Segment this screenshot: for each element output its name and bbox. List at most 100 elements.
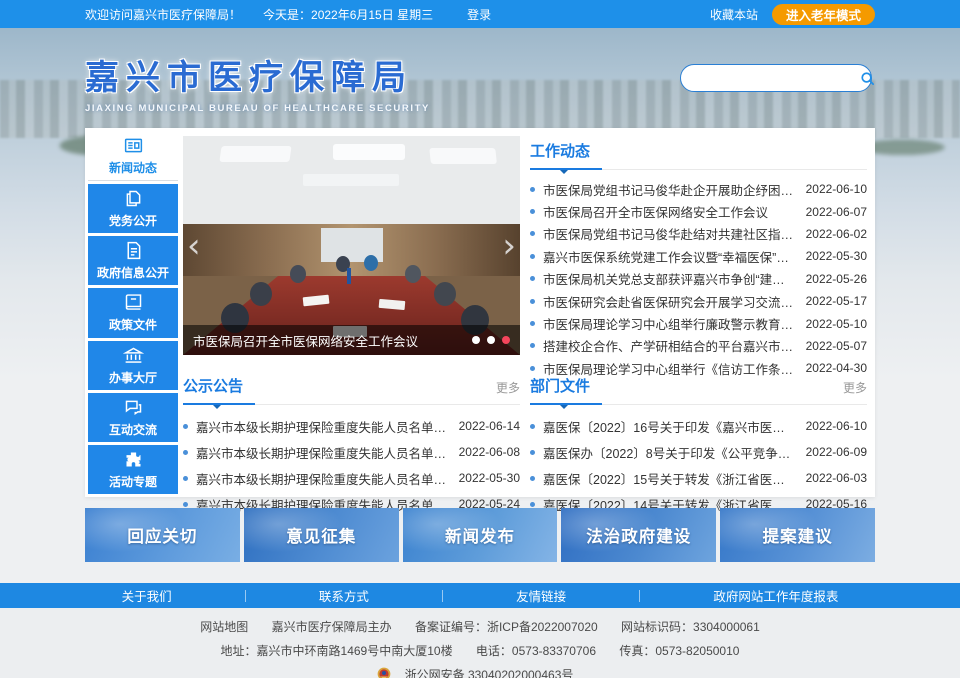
phone-text: 电话：0573-83370706 [476,644,596,658]
sidebar-item-label: 新闻动态 [109,159,157,176]
carousel-caption[interactable]: 市医保局召开全市医保网络安全工作会议 [193,331,464,350]
divider [442,590,443,602]
news-list-item[interactable]: 市医保局党组书记马俊华赴结对共建社区指导全国文... 2022-06-02 [530,223,867,245]
carousel-dot-2[interactable] [487,336,495,344]
news-title: 市医保局党组书记马俊华赴企开展助企纾困活动 [543,180,806,199]
sidebar-item-label: 政府信息公开 [97,264,169,281]
footer-line-1: 网站地图 嘉兴市医疗保障局主办 备案证编号：浙ICP备2022007020 网站… [0,618,960,635]
login-link[interactable]: 登录 [467,6,491,23]
news-date: 2022-05-26 [806,272,867,286]
news-date: 2022-05-30 [806,249,867,263]
news-title: 嘉医保〔2022〕16号关于印发《嘉兴市医疗保... [543,417,806,436]
news-date: 2022-05-07 [806,339,867,353]
divider [245,590,246,602]
sidebar-item-interaction[interactable]: 互动交流 [88,393,178,442]
notices-more-link[interactable]: 更多 [496,379,520,396]
carousel-photo [183,136,520,355]
news-carousel[interactable]: ‹ › 市医保局召开全市医保网络安全工作会议 [183,136,520,355]
footer-line-3: 浙公网安备 33040202000463号 [0,666,960,678]
search-button[interactable] [860,71,885,86]
news-list-item[interactable]: 市医保局机关党总支部获评嘉兴市争创“建设清廉机... 2022-05-26 [530,268,867,290]
notices-list: 嘉兴市本级长期护理保险重度失能人员名单公示（2... 2022-06-14 嘉兴… [183,405,520,517]
news-list-item[interactable]: 搭建校企合作、产学研相结合的平台嘉兴市长期护理... 2022-05-07 [530,335,867,357]
footer-link-friendly-links[interactable]: 友情链接 [516,586,566,605]
news-date: 2022-06-03 [806,471,867,485]
carousel-prev-arrow[interactable]: ‹ [187,229,201,263]
footer-link-annual-report[interactable]: 政府网站工作年度报表 [713,586,838,605]
sidebar-item-special-topics[interactable]: 活动专题 [88,445,178,494]
section-title-underline [530,168,602,170]
carousel-dots [472,336,510,344]
bullet-icon [530,231,535,236]
news-list-item[interactable]: 市医保局党组书记马俊华赴企开展助企纾困活动 2022-06-10 [530,178,867,200]
sidebar-item-news[interactable]: 新闻动态 [88,131,178,181]
footer-link-about[interactable]: 关于我们 [122,586,172,605]
quick-link-law-government[interactable]: 法治政府建设 [561,508,716,562]
news-title: 市医保研究会赴省医保研究会开展学习交流活动 [543,292,806,311]
quick-link-respond-concerns[interactable]: 回应关切 [85,508,240,562]
bullet-icon [183,502,188,507]
news-date: 2022-05-30 [459,471,520,485]
carousel-next-arrow[interactable]: › [502,229,516,263]
bullet-icon [530,321,535,326]
bullet-icon [530,450,535,455]
news-title: 嘉兴市本级长期护理保险重度失能人员名单公示（2... [196,469,459,488]
bullet-icon [530,424,535,429]
news-list-item[interactable]: 市医保局召开全市医保网络安全工作会议 2022-06-07 [530,200,867,222]
section-title-underline [530,403,602,405]
bullet-icon [183,424,188,429]
section-notices: 公示公告 更多 嘉兴市本级长期护理保险重度失能人员名单公示（2... 2022-… [183,375,520,517]
carousel-dot-3[interactable] [502,336,510,344]
sidebar-item-policy-docs[interactable]: 政策文件 [88,288,178,337]
news-list-item[interactable]: 嘉兴市医保系统党建工作会议暨“幸福医保”党建联... 2022-05-30 [530,245,867,267]
section-title[interactable]: 部门文件 [530,375,590,405]
news-list-item[interactable]: 市医保研究会赴省医保研究会开展学习交流活动 2022-05-17 [530,290,867,312]
news-list-item[interactable]: 市医保局理论学习中心组举行廉政警示教育专题学习... 2022-05-10 [530,312,867,334]
news-title: 嘉兴市医保系统党建工作会议暨“幸福医保”党建联... [543,247,806,266]
favorite-link[interactable]: 收藏本站 [710,6,758,23]
chat-icon [123,397,144,418]
news-list-item[interactable]: 嘉医保办〔2022〕8号关于印发《公平竞争审查... 2022-06-09 [530,439,867,465]
sidebar-item-service-hall[interactable]: 办事大厅 [88,341,178,390]
bullet-icon [183,450,188,455]
work-news-list: 市医保局党组书记马俊华赴企开展助企纾困活动 2022-06-10 市医保局召开全… [530,170,867,380]
bullet-icon [183,476,188,481]
news-date: 2022-04-30 [806,361,867,375]
quick-link-label: 新闻发布 [445,523,515,547]
news-title: 嘉兴市本级长期护理保险重度失能人员名单公示（2... [196,417,459,436]
carousel-dot-1[interactable] [472,336,480,344]
site-identity: 嘉兴市医疗保障局 JIAXING MUNICIPAL BUREAU OF HEA… [85,50,430,114]
quick-link-label: 回应关切 [127,523,197,547]
sidebar-item-label: 活动专题 [109,473,157,490]
newspaper-icon [123,135,144,156]
security-record-link[interactable]: 浙公网安备 33040202000463号 [405,668,574,678]
section-title[interactable]: 工作动态 [530,140,590,170]
news-date: 2022-06-07 [806,205,867,219]
dept-docs-more-link[interactable]: 更多 [843,379,867,396]
quick-link-opinion-collection[interactable]: 意见征集 [244,508,399,562]
footer-link-contact[interactable]: 联系方式 [319,586,369,605]
news-list-item[interactable]: 嘉医保〔2022〕16号关于印发《嘉兴市医疗保... 2022-06-10 [530,413,867,439]
elder-mode-button[interactable]: 进入老年模式 [772,4,875,25]
sidebar-item-gov-info[interactable]: 政府信息公开 [88,236,178,285]
news-list-item[interactable]: 嘉兴市本级长期护理保险重度失能人员名单公示（2... 2022-05-30 [183,465,520,491]
sidebar-item-party-affairs[interactable]: 党务公开 [88,184,178,233]
site-subtitle: JIAXING MUNICIPAL BUREAU OF HEALTHCARE S… [85,103,430,114]
news-list-item[interactable]: 嘉兴市本级长期护理保险重度失能人员名单公示（2... 2022-06-08 [183,439,520,465]
section-title[interactable]: 公示公告 [183,375,243,405]
news-list-item[interactable]: 嘉兴市本级长期护理保险重度失能人员名单公示（2... 2022-06-14 [183,413,520,439]
news-list-item[interactable]: 嘉医保〔2022〕15号关于转发《浙江省医疗保... 2022-06-03 [530,465,867,491]
document-icon [123,240,144,261]
bullet-icon [530,476,535,481]
bullet-icon [530,366,535,371]
quick-link-news-release[interactable]: 新闻发布 [403,508,558,562]
site-title: 嘉兴市医疗保障局 [85,50,430,99]
section-title-underline [183,403,255,405]
quick-link-proposals[interactable]: 提案建议 [720,508,875,562]
bullet-icon [530,209,535,214]
sitemap-link[interactable]: 网站地图 [200,620,248,634]
puzzle-icon [123,449,144,470]
book-icon [123,292,144,313]
section-header: 部门文件 更多 [530,375,867,405]
search-input[interactable] [681,71,860,85]
